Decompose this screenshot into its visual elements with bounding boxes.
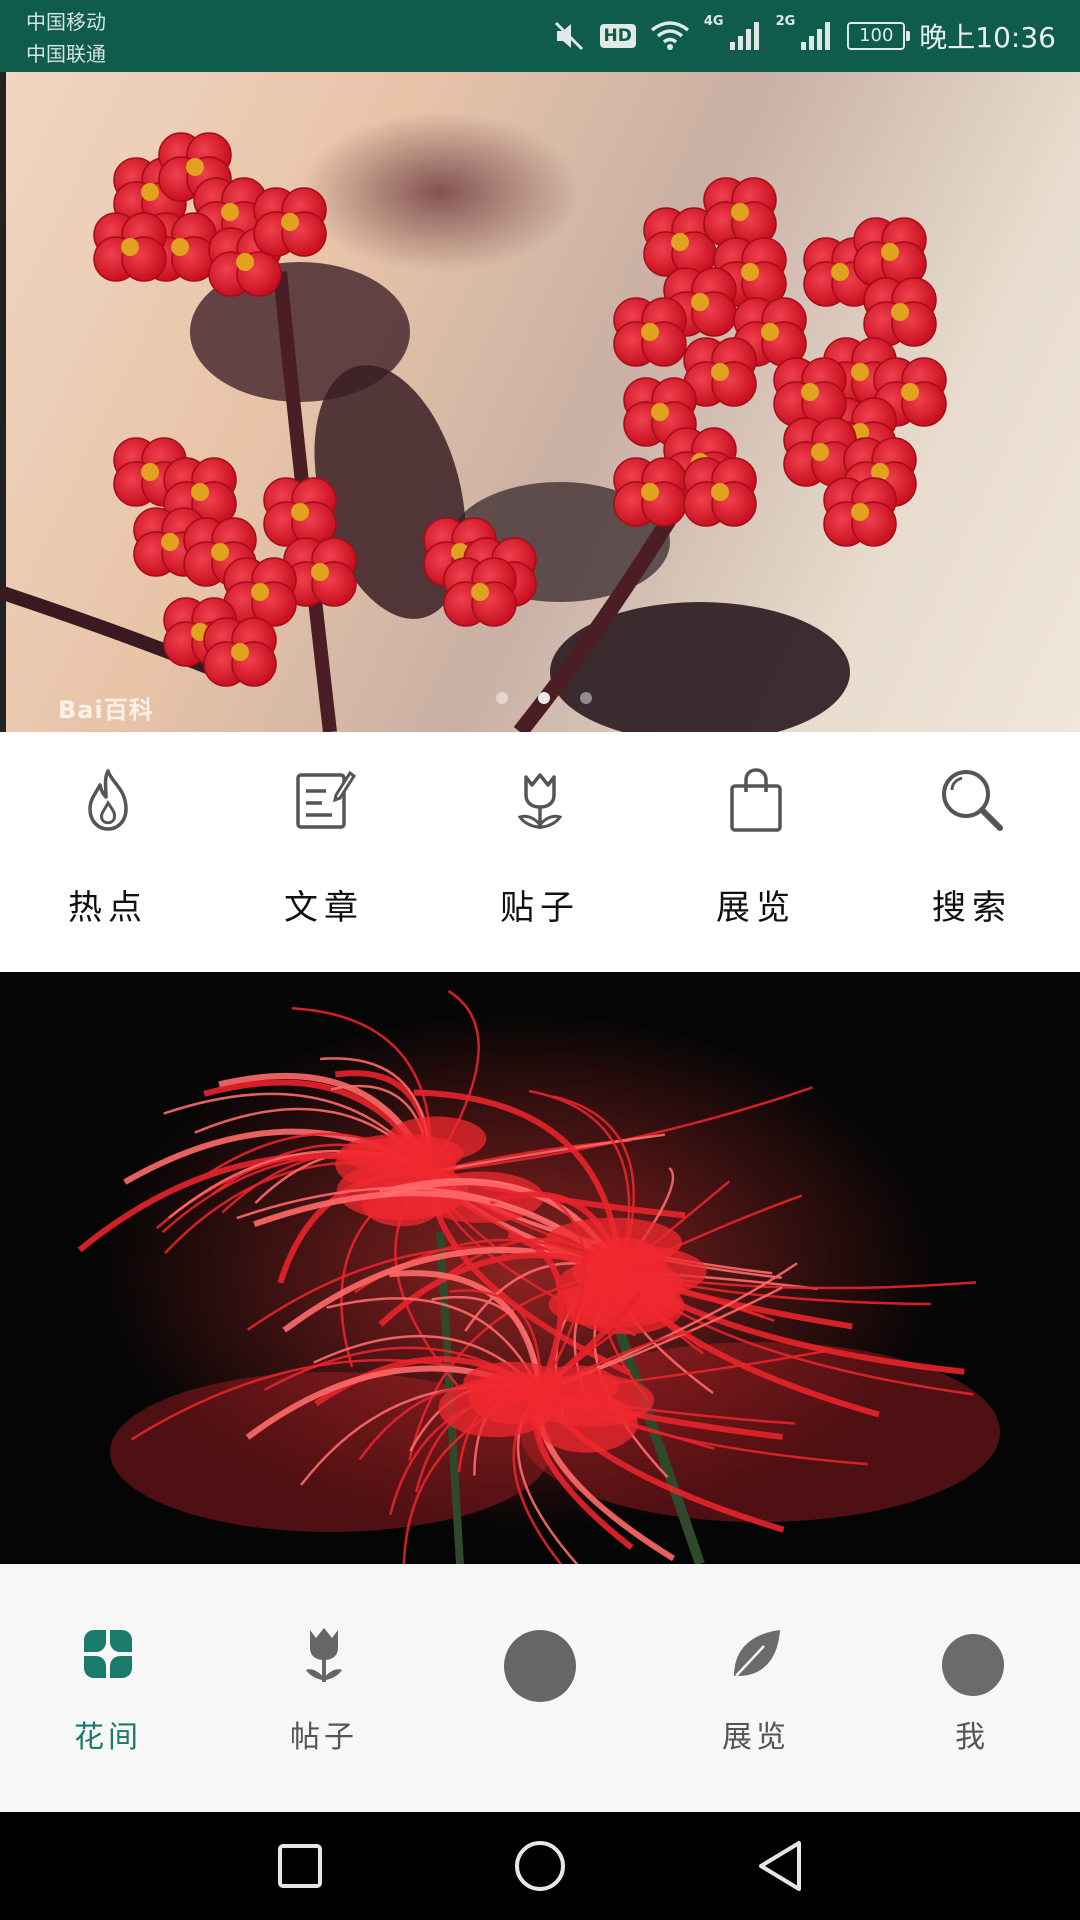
banner-carousel[interactable]: Bai百科 [0,72,1080,732]
signal-2g-icon [799,20,833,52]
flower-blossom [253,187,327,257]
flower-blossom [93,212,167,282]
recent-apps-button[interactable] [240,1812,360,1920]
app-screen: 中国移动 中国联通 HD 4G 2G 100 晚上10:36 Bai百科 热点 … [0,0,1080,1920]
circle-icon [504,1630,576,1702]
net-2g-label: 2G [775,14,796,29]
baidu-watermark: Bai百科 [58,696,154,724]
flower-blossom [853,217,927,287]
flower-blossom [203,617,277,687]
flower-blossom [443,557,517,627]
leaf-icon [726,1624,786,1684]
tab-label: 我 [955,1720,989,1755]
banner-flower-image [0,72,947,732]
category-label: 展览 [716,888,796,928]
system-nav-bar [0,1812,1080,1920]
flower-blossom [263,477,337,547]
category-menu: 热点 文章 贴子 展览 搜索 [0,732,1080,972]
lily-petal [469,1371,558,1425]
back-icon [759,1841,801,1891]
category-search[interactable]: 搜索 [864,732,1080,972]
tab-flower-garden[interactable]: 花间 [0,1564,216,1812]
signal-4g-icon [728,20,762,52]
category-hot[interactable]: 热点 [0,732,216,972]
category-label: 搜索 [932,888,1012,928]
lily-petal [543,1217,683,1267]
battery-icon: 100 [847,22,911,50]
tab-me[interactable]: 我 [864,1564,1080,1812]
tab-center-action[interactable] [432,1564,648,1812]
category-posts[interactable]: 贴子 [432,732,648,972]
flower-blossom [773,357,847,427]
category-label: 热点 [68,888,148,928]
hd-icon: HD [599,24,636,48]
category-label: 文章 [284,888,364,928]
search-icon [938,764,1006,836]
flame-icon [74,764,142,836]
carrier-info: 中国移动 中国联通 [26,6,106,70]
bottom-tab-bar: 花间 帖子 展览 我 [0,1564,1080,1812]
tulip-icon [294,1624,354,1684]
recent-apps-icon [278,1844,322,1888]
flower-blossom [613,457,687,527]
flower-blossom [823,477,897,547]
flower-blossom [703,177,777,247]
tab-posts[interactable]: 帖子 [216,1564,432,1812]
carousel-indicator [496,692,592,704]
flower-blossom [683,457,757,527]
status-icons: HD 4G 2G 100 晚上10:36 [552,0,1056,72]
carousel-dot[interactable] [496,692,508,704]
feature-flower-image[interactable] [0,972,1080,1564]
carousel-dot[interactable] [580,692,592,704]
tab-label: 帖子 [290,1720,358,1755]
edit-note-icon [290,764,358,836]
back-button[interactable] [720,1812,840,1920]
mute-icon [552,19,586,53]
tab-exhibition[interactable]: 展览 [648,1564,864,1812]
home-button[interactable] [480,1812,600,1920]
spider-lily-image [77,989,1000,1564]
clover-icon [78,1624,138,1684]
category-label: 贴子 [500,888,580,928]
tab-label: 展览 [722,1720,790,1755]
flower-blossom [613,297,687,367]
status-bar: 中国移动 中国联通 HD 4G 2G 100 晚上10:36 [0,0,1080,72]
shopping-bag-icon [722,764,790,836]
avatar-circle-icon [942,1634,1004,1696]
clock: 晚上10:36 [919,21,1056,54]
net-4g-label: 4G [703,14,724,29]
home-icon [515,1841,565,1891]
wifi-icon [650,20,690,52]
tulip-icon [506,764,574,836]
category-exhibition[interactable]: 展览 [648,732,864,972]
tab-label: 花间 [74,1720,142,1755]
flower-blossom [863,277,937,347]
carousel-dot-active[interactable] [538,692,550,704]
carrier-1: 中国移动 [26,10,106,34]
category-articles[interactable]: 文章 [216,732,432,972]
carrier-2: 中国联通 [26,42,106,66]
